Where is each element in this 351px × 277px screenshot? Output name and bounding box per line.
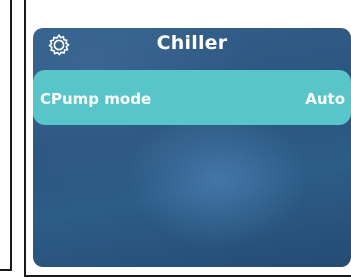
chiller-screen: Chiller CPump mode Auto <box>33 28 351 267</box>
screen-header: Chiller <box>33 28 351 64</box>
adjacent-panel-edge <box>0 0 12 271</box>
screen-title: Chiller <box>156 32 228 54</box>
setting-row-cpump-mode[interactable]: CPump mode Auto <box>33 70 351 125</box>
setting-label: CPump mode <box>40 90 152 108</box>
setting-value: Auto <box>305 90 345 108</box>
